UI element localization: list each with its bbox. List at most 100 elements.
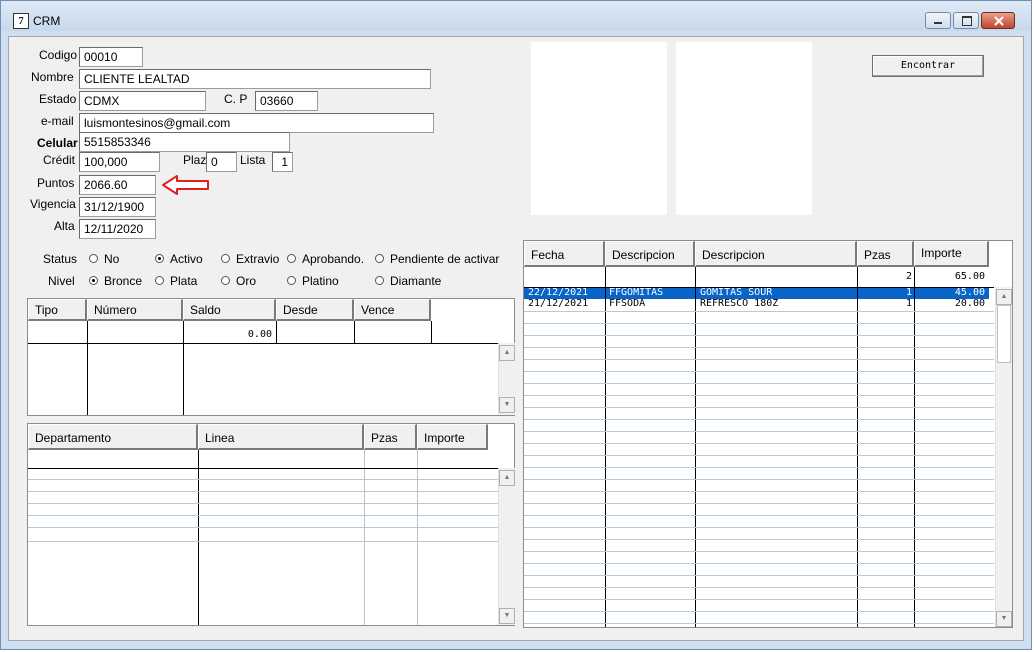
table-row[interactable]: 21/12/2021 FFSODA REFRESCO 180Z 1 20.00 [524, 298, 989, 310]
sales-row-divider [524, 443, 994, 444]
vigencia-label: Vigencia [30, 197, 76, 211]
nivel-platino-radio[interactable] [287, 276, 296, 285]
dept-col-departamento[interactable]: Departamento [28, 424, 198, 450]
dept-col-pzas[interactable]: Pzas [364, 424, 417, 450]
sales-col-codigo[interactable]: Descripcion [605, 241, 695, 267]
cards-scrollbar[interactable]: ▲ ▼ [498, 343, 515, 415]
nombre-field[interactable]: CLIENTE LEALTAD [79, 69, 431, 89]
sales-row-divider [524, 527, 994, 528]
sales-row-divider [524, 539, 994, 540]
encontrar-button[interactable]: Encontrar [872, 55, 984, 77]
scroll-down-icon[interactable]: ▼ [996, 611, 1012, 627]
nivel-oro-radio[interactable] [221, 276, 230, 285]
scroll-up-icon[interactable]: ▲ [499, 470, 515, 486]
dept-col-importe[interactable]: Importe [417, 424, 488, 450]
scroll-up-icon[interactable]: ▲ [996, 289, 1012, 305]
nivel-label: Nivel [48, 274, 75, 288]
status-pendiente-radio[interactable] [375, 254, 384, 263]
sales-col-importe[interactable]: Importe [914, 241, 989, 267]
cards-table: Tipo Número Saldo Desde Vence 0.00 ▲ ▼ [27, 298, 515, 416]
maximize-icon[interactable] [953, 12, 979, 29]
dept-table: Departamento Linea Pzas Importe ▲ ▼ [27, 423, 515, 626]
sales-row-divider [524, 431, 994, 432]
alta-field[interactable]: 12/11/2020 [79, 219, 156, 239]
nivel-plata-label: Plata [170, 274, 198, 288]
estado-field[interactable]: CDMX [79, 91, 206, 111]
cards-col-saldo[interactable]: Saldo [183, 299, 276, 321]
status-aprobando-radio[interactable] [287, 254, 296, 263]
sales-table: Fecha Descripcion Descripcion Pzas Impor… [523, 240, 1013, 628]
dept-col-linea[interactable]: Linea [198, 424, 364, 450]
cp-label: C. P [224, 92, 248, 106]
close-icon[interactable] [981, 12, 1015, 29]
celular-field[interactable]: 5515853346 [79, 132, 290, 152]
status-activo-label: Activo [170, 252, 203, 266]
email-field[interactable]: luismontesinos@gmail.com [79, 113, 434, 133]
app-icon[interactable]: 7 [13, 13, 29, 29]
estado-label: Estado [39, 92, 77, 106]
plazo-field[interactable]: 0 [206, 152, 237, 172]
cards-col-numero[interactable]: Número [87, 299, 183, 321]
cards-col-vence[interactable]: Vence [354, 299, 431, 321]
sales-row-divider [524, 395, 994, 396]
nombre-label: Nombre [31, 70, 74, 84]
sales-row-codigo: FFSODA [609, 298, 646, 309]
nivel-plata-radio[interactable] [155, 276, 164, 285]
sales-row-pzas: 1 [905, 287, 912, 298]
sales-row-descripcion: REFRESCO 180Z [700, 298, 779, 309]
sales-row-importe: 45.00 [954, 287, 985, 298]
sales-row-divider [524, 503, 994, 504]
sales-total-importe: 65.00 [954, 271, 985, 282]
scroll-thumb[interactable] [997, 305, 1011, 363]
sales-row-divider [524, 623, 994, 624]
title-bar [1, 1, 1031, 31]
sales-col-fecha[interactable]: Fecha [524, 241, 605, 267]
scroll-down-icon[interactable]: ▼ [499, 608, 515, 624]
sales-total-pzas: 2 [905, 271, 912, 282]
status-extravio-radio[interactable] [221, 254, 230, 263]
status-pendiente-label: Pendiente de activar [390, 252, 500, 266]
sales-row-divider [524, 611, 994, 612]
status-no-radio[interactable] [89, 254, 98, 263]
lista-label: Lista [240, 153, 266, 167]
cards-col-desde[interactable]: Desde [276, 299, 354, 321]
status-label: Status [43, 252, 78, 266]
puntos-field[interactable]: 2066.60 [79, 175, 156, 195]
sales-row-pzas: 1 [905, 298, 912, 309]
red-arrow-icon [162, 175, 209, 195]
sales-column-divider [695, 267, 696, 627]
nivel-diamante-radio[interactable] [375, 276, 384, 285]
sales-row-divider [524, 419, 994, 420]
lista-field[interactable]: 1 [272, 152, 293, 172]
minimize-icon[interactable] [925, 12, 951, 29]
status-activo-radio[interactable] [155, 254, 164, 263]
cp-field[interactable]: 03660 [255, 91, 318, 111]
sales-scrollbar[interactable]: ▲ ▼ [995, 287, 1012, 627]
sales-row-divider [524, 323, 994, 324]
sales-row-divider [524, 383, 994, 384]
sales-row-divider [524, 455, 994, 456]
sales-col-descripcion[interactable]: Descripcion [695, 241, 857, 267]
photo-frame-1 [531, 42, 667, 215]
cards-col-tipo[interactable]: Tipo [28, 299, 87, 321]
alta-label: Alta [54, 219, 75, 233]
scroll-up-icon[interactable]: ▲ [499, 345, 515, 361]
sales-row-divider [524, 287, 994, 288]
scroll-down-icon[interactable]: ▼ [499, 397, 515, 413]
sales-row-fecha: 21/12/2021 [528, 298, 589, 309]
vigencia-field[interactable]: 31/12/1900 [79, 197, 156, 217]
codigo-field[interactable]: 00010 [79, 47, 143, 67]
status-aprobando-label: Aprobando. [302, 252, 365, 266]
codigo-label: Codigo [39, 48, 78, 62]
sales-col-pzas[interactable]: Pzas [857, 241, 914, 267]
photo-frame-2 [676, 42, 812, 215]
credito-field[interactable]: 100,000 [79, 152, 160, 172]
sales-row-divider [524, 575, 994, 576]
sales-row-divider [524, 587, 994, 588]
sales-row-codigo: FFGOMITAS [609, 287, 664, 298]
status-extravio-label: Extravio [236, 252, 280, 266]
nivel-bronce-radio[interactable] [89, 276, 98, 285]
dept-scrollbar[interactable]: ▲ ▼ [498, 468, 515, 625]
sales-row-descripcion: GOMITAS SOUR [700, 287, 773, 298]
sales-column-divider [857, 267, 858, 627]
